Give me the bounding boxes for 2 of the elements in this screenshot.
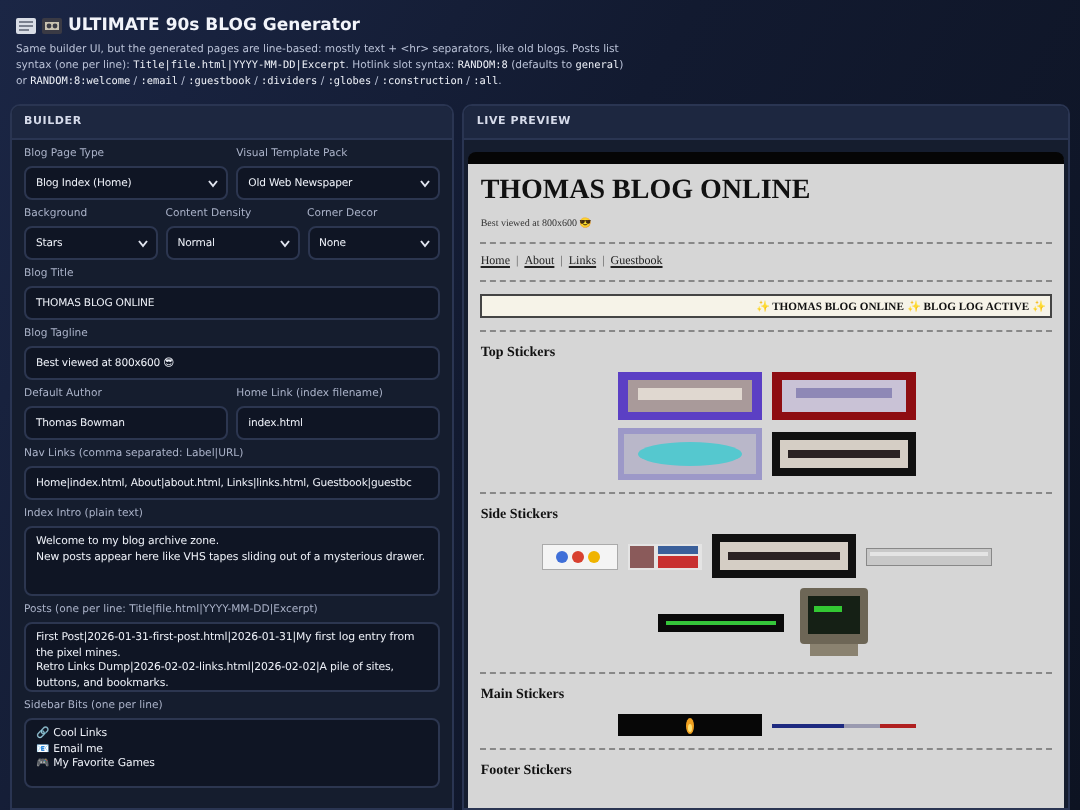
app-title: ULTIMATE 90s BLOG Generator — [68, 16, 360, 36]
blog-title: THOMAS BLOG ONLINE — [480, 176, 813, 208]
